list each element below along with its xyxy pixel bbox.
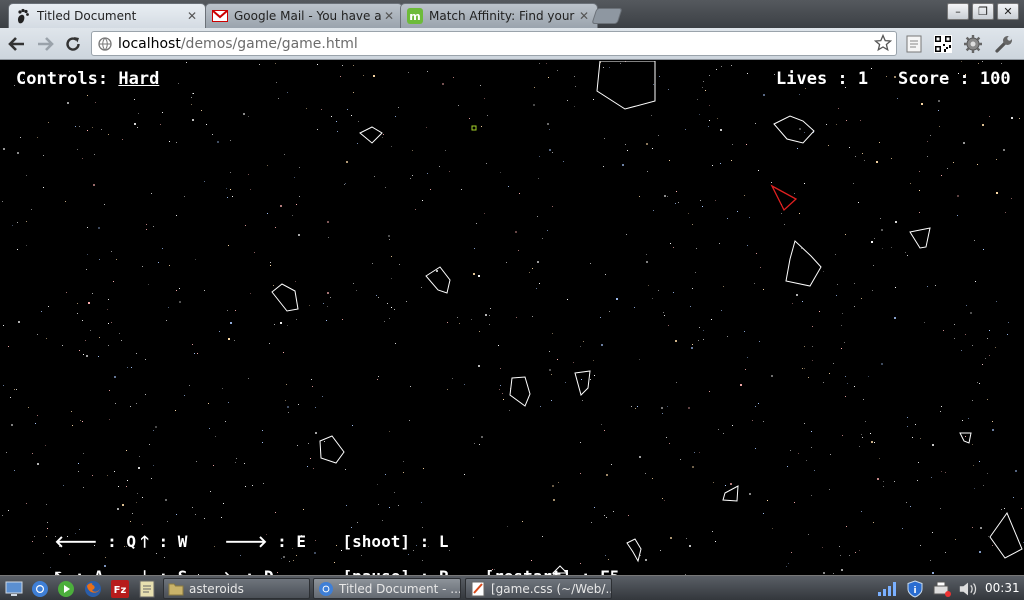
close-tab-icon[interactable]: ✕ [185, 9, 199, 23]
volume-icon[interactable] [958, 579, 978, 598]
qr-code-icon[interactable] [933, 34, 953, 54]
maximize-window-button[interactable]: ❐ [972, 3, 994, 20]
svg-text:Fz: Fz [114, 585, 127, 596]
tab-title: Titled Document [37, 9, 137, 23]
tab-titled-document[interactable]: Titled Document ✕ [8, 3, 206, 28]
tab-match-affinity[interactable]: m Match Affinity: Find your pe ✕ [400, 3, 598, 28]
url-host: localhost [118, 35, 181, 52]
text-editor-icon [470, 581, 486, 597]
controls-mode-link[interactable]: Hard [118, 69, 159, 89]
asteroid [509, 376, 531, 407]
player-ship [770, 184, 798, 212]
asteroid [909, 227, 931, 249]
key-brake: 🡓 : S [141, 566, 225, 575]
asteroids-game-canvas[interactable]: Controls: Hard Lives : 1 Score : 100 🡐 :… [0, 61, 1024, 575]
svg-text:i: i [913, 586, 916, 596]
asteroid [425, 266, 451, 294]
asteroid [319, 435, 345, 464]
gear-icon[interactable] [963, 34, 983, 54]
taskbar-item-label: [game.css (~/Web/... [491, 581, 612, 596]
filezilla-launcher-icon[interactable]: Fz [110, 579, 130, 598]
game-objects [271, 61, 1023, 574]
minimize-window-button[interactable]: – [947, 3, 969, 20]
score-counter: Score : 100 [898, 69, 1011, 89]
close-tab-icon[interactable]: ✕ [577, 9, 591, 23]
asteroid [959, 432, 972, 444]
url-path: /demos/game/game.html [180, 35, 358, 52]
gmail-icon [212, 8, 228, 24]
asteroid [722, 485, 739, 502]
asteroid [989, 511, 1023, 559]
forward-button[interactable] [34, 33, 56, 55]
key-strafe-left: 🡔 : A [55, 566, 141, 575]
controls-label: Controls: Hard [16, 69, 159, 89]
reload-icon [66, 37, 80, 51]
gnome-foot-icon [15, 8, 31, 24]
key-pause: [pause] : P [343, 567, 485, 575]
browser-toolbar: localhost/demos/game/game.html [0, 28, 1024, 60]
taskbar-item-text-editor[interactable]: [game.css (~/Web/... [465, 578, 612, 599]
asteroid [773, 115, 815, 144]
bookmark-star-icon[interactable] [873, 33, 893, 56]
asteroid [626, 538, 642, 563]
globe-icon [98, 36, 112, 51]
key-strafe-right: 🡖 : D [225, 566, 343, 575]
key-restart: [restart] : F5 [485, 567, 620, 575]
tab-google-mail[interactable]: Google Mail - You have a n ✕ [205, 3, 403, 28]
taskbar-item-label: Titled Document - ... [339, 581, 461, 596]
browser-tab-bar: Titled Document ✕ Google Mail - You have… [0, 0, 1024, 28]
lives-counter: Lives : 1 [776, 69, 869, 89]
tab-title: Google Mail - You have a n [234, 9, 382, 23]
tab-title: Match Affinity: Find your pe [429, 9, 577, 23]
taskbar-item-chrome[interactable]: Titled Document - ... [313, 578, 461, 599]
chrome-icon [318, 581, 334, 597]
new-tab-button[interactable] [591, 8, 623, 24]
asteroid [596, 61, 656, 110]
printer-network-icon[interactable] [932, 579, 952, 598]
reload-button[interactable] [62, 33, 84, 55]
match-affinity-icon: m [407, 8, 423, 24]
back-button[interactable] [6, 33, 28, 55]
forward-arrow-icon [38, 37, 54, 51]
network-signal-icon[interactable] [877, 579, 897, 598]
media-player-launcher-icon[interactable] [56, 579, 76, 598]
key-legend-row-2: 🡔 : A🡓 : S🡖 : D[pause] : P[restart] : F5 [16, 547, 620, 575]
desktop-taskbar: Fz asteroids Titled Document - ... [game… [0, 575, 1024, 600]
address-bar[interactable]: localhost/demos/game/game.html [91, 31, 897, 56]
clock: 00:31 [985, 581, 1020, 595]
firefox-launcher-icon[interactable] [83, 579, 103, 598]
page-menu-icon[interactable] [904, 34, 924, 54]
svg-text:m: m [409, 10, 420, 23]
bullet [471, 125, 477, 131]
asteroid [359, 126, 383, 144]
taskbar-item-label: asteroids [189, 581, 244, 596]
asteroid [785, 240, 822, 287]
back-arrow-icon [8, 37, 24, 51]
text-editor-launcher-icon[interactable] [137, 579, 157, 598]
close-tab-icon[interactable]: ✕ [382, 9, 396, 23]
show-desktop-icon[interactable] [4, 579, 24, 598]
folder-icon [168, 581, 184, 597]
close-window-button[interactable]: ✕ [997, 3, 1019, 20]
security-shield-icon[interactable]: i [905, 579, 925, 598]
asteroid [271, 283, 299, 312]
taskbar-item-asteroids[interactable]: asteroids [163, 578, 310, 599]
asteroid [574, 370, 591, 396]
controls-label-text: Controls: [16, 69, 119, 89]
wrench-icon[interactable] [994, 34, 1014, 54]
chromium-launcher-icon[interactable] [30, 579, 50, 598]
